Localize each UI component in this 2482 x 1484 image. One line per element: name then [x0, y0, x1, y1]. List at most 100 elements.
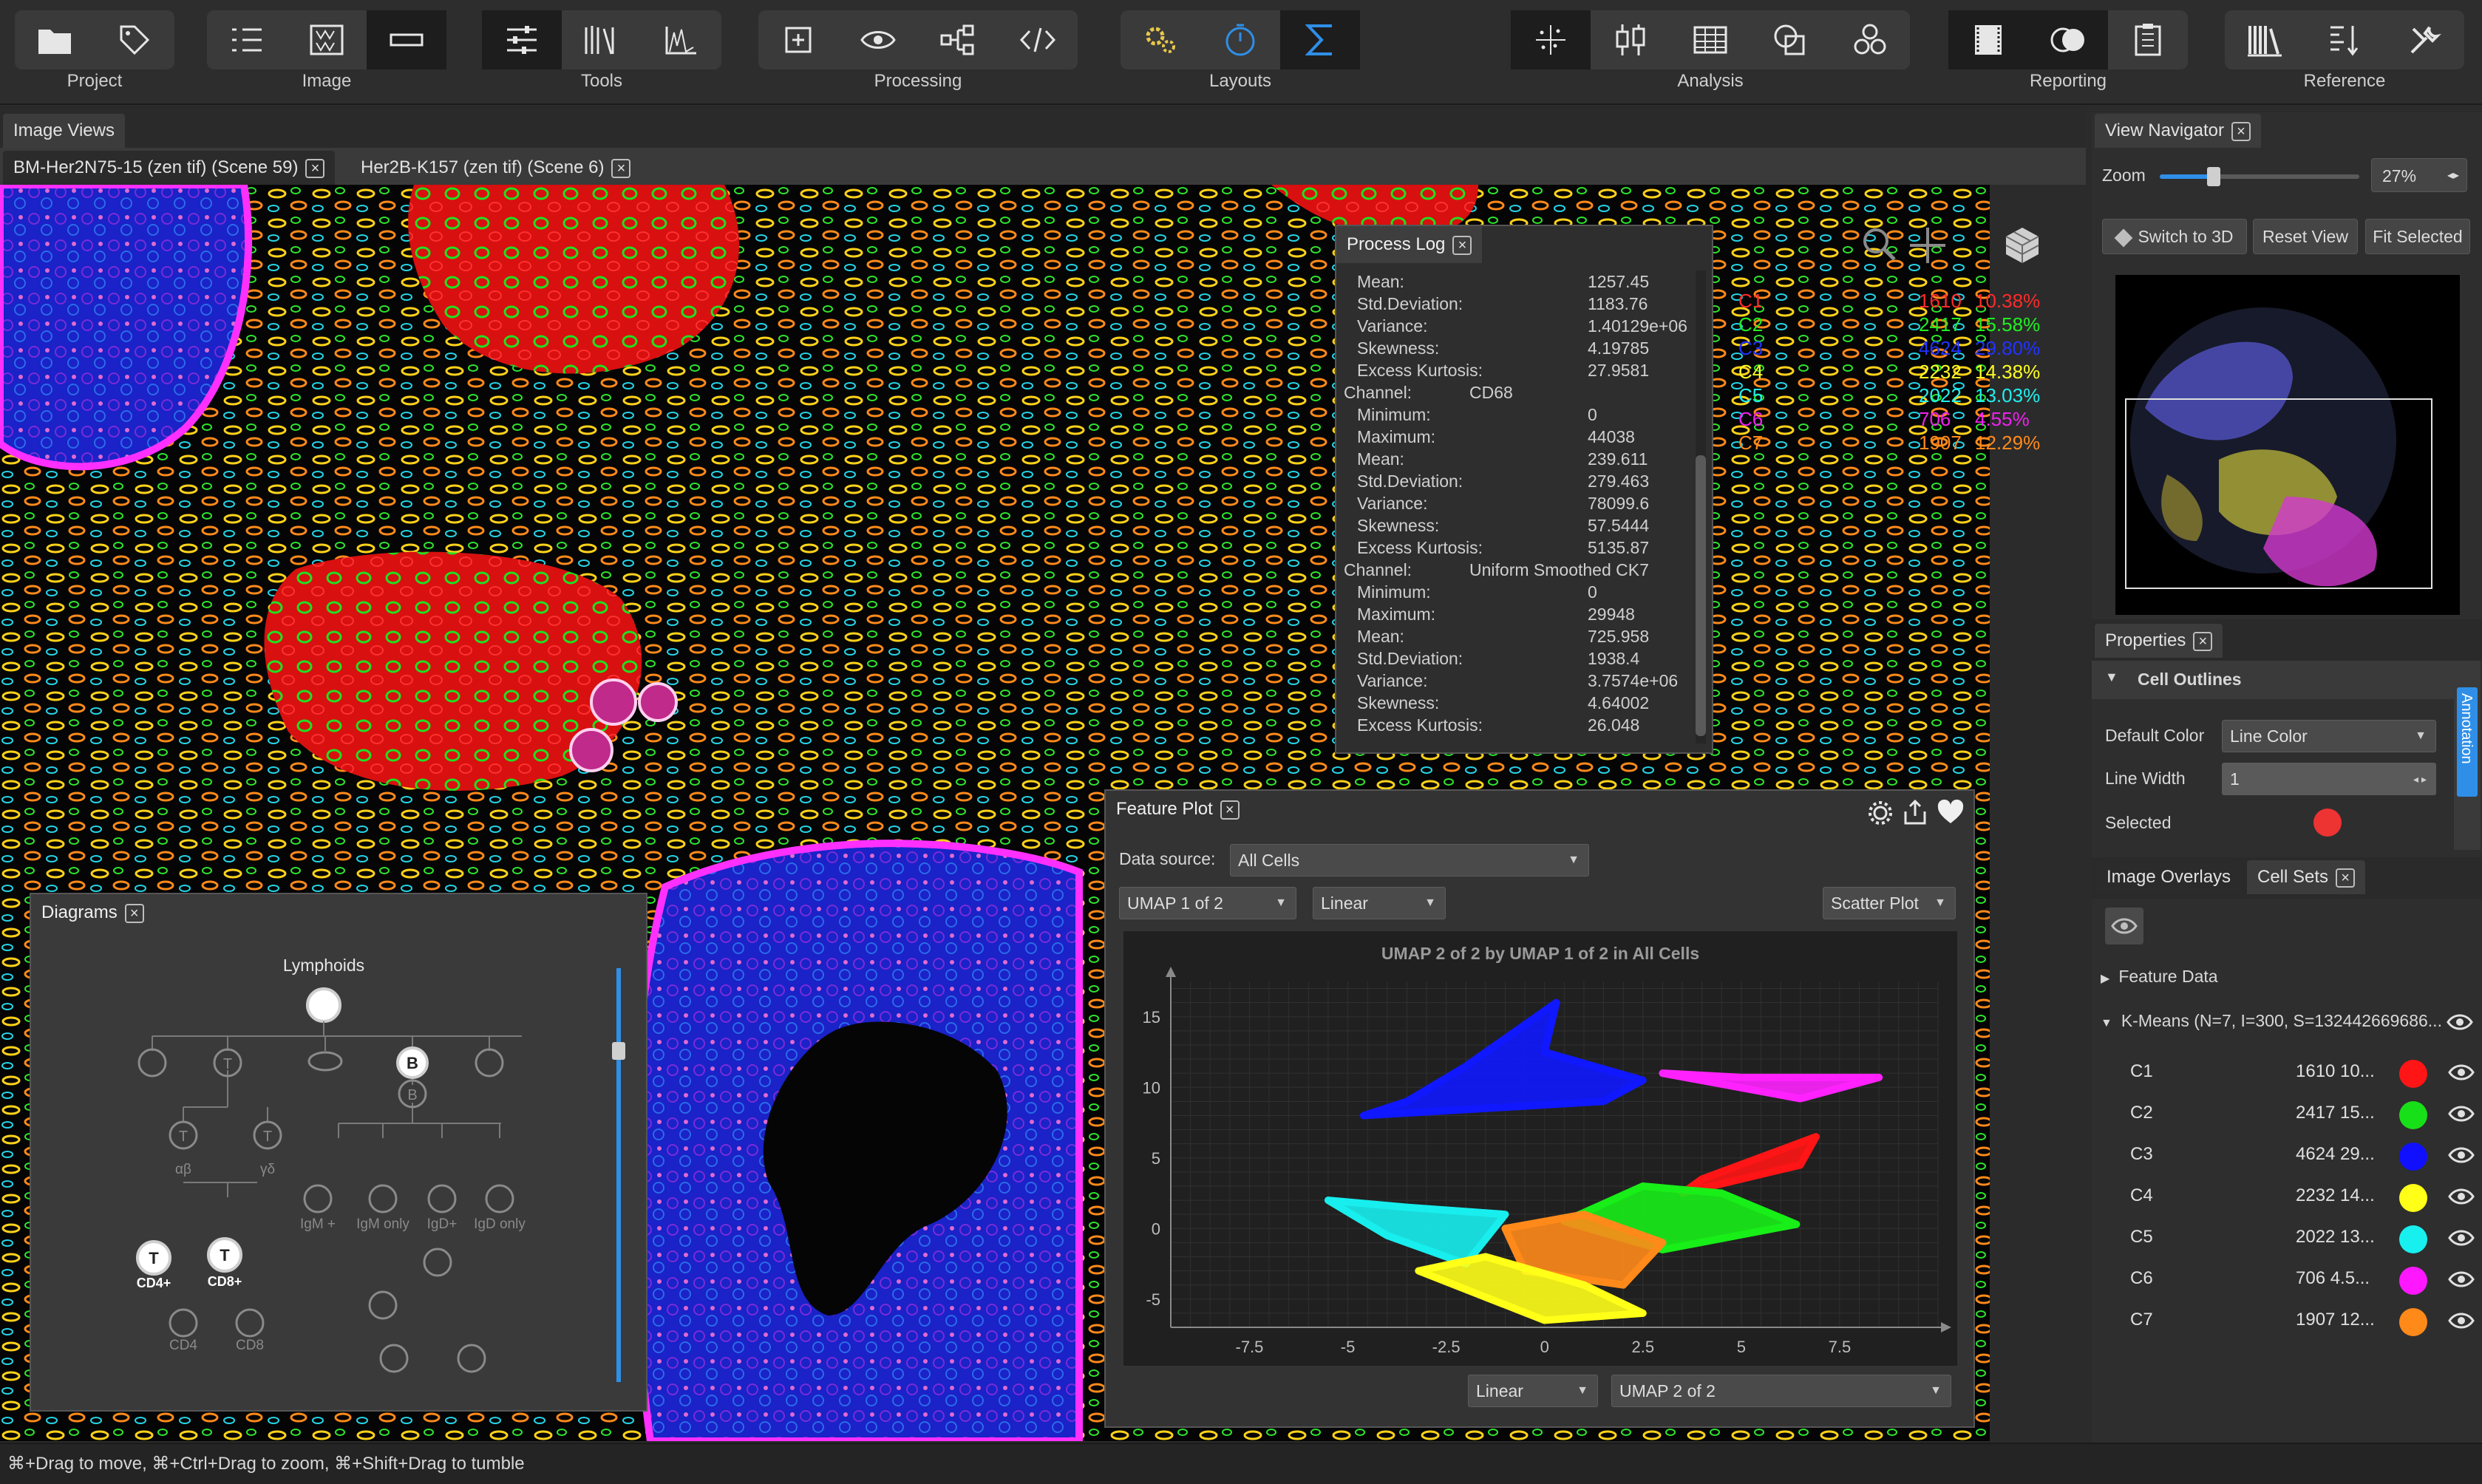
cell-set-row[interactable]: C1 1610 10... [2121, 1055, 2476, 1092]
feature-data-row[interactable]: ▶ Feature Data [2101, 967, 2218, 987]
view-navigator-tab[interactable]: View Navigator × [2095, 114, 2261, 148]
y-feature-dropdown[interactable]: UMAP 2 of 2 ▼ [1611, 1375, 1951, 1407]
table-icon[interactable] [1670, 10, 1750, 69]
close-icon[interactable]: × [305, 158, 325, 178]
annotation-side-tab[interactable]: Annotation [2457, 687, 2478, 797]
cell-set-color-swatch[interactable] [2399, 1308, 2427, 1336]
eye-icon[interactable] [2448, 1061, 2475, 1089]
switch-to-3d-button[interactable]: Switch to 3D [2102, 219, 2247, 254]
doc-tab-1[interactable]: BM-Her2N75-15 (zen tif) (Scene 59) × [3, 151, 336, 185]
eye-icon[interactable] [838, 10, 918, 69]
scatter-icon[interactable] [1511, 10, 1591, 69]
x-feature-dropdown[interactable]: UMAP 1 of 2 ▼ [1119, 887, 1296, 919]
settings-gear-icon[interactable] [1867, 800, 1894, 831]
selected-color-swatch[interactable] [2313, 809, 2342, 837]
project-label: Project [67, 71, 123, 91]
close-icon[interactable]: × [2336, 868, 2356, 888]
favorite-heart-icon[interactable] [1937, 799, 1965, 830]
diagram-zoom-track[interactable] [616, 968, 621, 1382]
tag-icon[interactable] [95, 10, 174, 69]
x-scale-dropdown[interactable]: Linear ▼ [1313, 887, 1446, 919]
eye-icon[interactable] [2447, 1011, 2473, 1038]
plot-type-dropdown[interactable]: Scatter Plot ▼ [1823, 887, 1956, 919]
workflow-icon[interactable] [918, 10, 998, 69]
kmeans-row[interactable]: ▼ K-Means (N=7, I=300, S=132442669686... [2101, 1011, 2448, 1031]
close-icon[interactable]: × [124, 903, 144, 923]
crop-icon[interactable] [758, 10, 838, 69]
close-icon[interactable]: × [1220, 800, 1240, 820]
data-source-dropdown[interactable]: All Cells ▼ [1230, 844, 1589, 877]
cell-set-row[interactable]: C4 2232 14... [2121, 1180, 2476, 1216]
library-icon[interactable] [2225, 10, 2305, 69]
shapes-icon[interactable] [1750, 10, 1830, 69]
folder-icon[interactable] [15, 10, 95, 69]
cluster-icon[interactable] [1830, 10, 1910, 69]
eye-icon[interactable] [2448, 1103, 2475, 1130]
root-node-icon[interactable] [306, 987, 341, 1023]
eye-icon[interactable] [2448, 1268, 2475, 1296]
clipboard-icon[interactable] [2108, 10, 2188, 69]
zoom-search-icon[interactable] [1860, 225, 1901, 271]
gears-icon[interactable] [1121, 10, 1200, 69]
close-icon[interactable]: × [1452, 235, 1472, 255]
cell-set-color-swatch[interactable] [2399, 1184, 2427, 1212]
eye-icon[interactable] [2448, 1144, 2475, 1171]
sort-icon[interactable] [2305, 10, 2384, 69]
region-icon[interactable] [367, 10, 446, 69]
cell-sets-tab[interactable]: Cell Sets × [2247, 860, 2366, 894]
properties-scrollbar[interactable]: Annotation [2454, 661, 2481, 850]
close-icon[interactable]: × [2231, 121, 2251, 141]
cell-outlines-header[interactable]: ▼ Cell Outlines [2092, 661, 2454, 699]
close-icon[interactable]: × [611, 158, 631, 178]
cell-set-color-swatch[interactable] [2399, 1267, 2427, 1295]
fit-selected-button[interactable]: Fit Selected [2365, 219, 2470, 254]
cell-set-color-swatch[interactable] [2399, 1225, 2427, 1253]
tools-icon[interactable] [2384, 10, 2464, 69]
zoom-slider-track[interactable] [2160, 167, 2359, 186]
eye-icon[interactable] [2448, 1185, 2475, 1213]
stepper-icon[interactable]: ◂▸ [2447, 159, 2459, 193]
histogram-icon[interactable] [642, 10, 721, 69]
cell-set-color-swatch[interactable] [2399, 1143, 2427, 1171]
list-icon[interactable] [207, 10, 287, 69]
boxplot-icon[interactable] [1591, 10, 1670, 69]
cell-set-row[interactable]: C2 2417 15... [2121, 1097, 2476, 1134]
cell-set-color-swatch[interactable] [2399, 1101, 2427, 1129]
zoom-value-field[interactable]: 27% ◂▸ [2371, 158, 2467, 192]
reset-view-button[interactable]: Reset View [2253, 219, 2358, 254]
overlap-icon[interactable] [2028, 10, 2108, 69]
cell-set-row[interactable]: C7 1907 12... [2121, 1304, 2476, 1341]
eye-icon[interactable] [2448, 1310, 2475, 1337]
film-icon[interactable] [1948, 10, 2028, 69]
channels-icon[interactable] [287, 10, 367, 69]
line-width-field[interactable]: 1 ◂ ▸ [2222, 763, 2436, 795]
log-scrollbar[interactable] [1696, 270, 1706, 743]
umap-scatter-chart[interactable]: UMAP 2 of 2 by UMAP 1 of 2 in All Cells -… [1123, 931, 1957, 1366]
pan-icon[interactable] [1907, 225, 1948, 271]
visibility-toggle-button[interactable] [2105, 908, 2143, 944]
book-icon[interactable] [562, 10, 642, 69]
close-icon[interactable]: × [2193, 631, 2213, 651]
default-color-dropdown[interactable]: Line Color ▼ [2222, 720, 2436, 752]
cell-set-row[interactable]: C5 2022 13... [2121, 1221, 2476, 1258]
cell-set-color-swatch[interactable] [2399, 1060, 2427, 1088]
log-value: 44038 [1588, 427, 1635, 446]
cube-icon[interactable] [2002, 225, 2043, 271]
cell-set-row[interactable]: C6 706 4.5... [2121, 1262, 2476, 1299]
eye-icon[interactable] [2448, 1227, 2475, 1254]
sliders-icon[interactable] [482, 10, 562, 69]
diagram-zoom-handle[interactable] [612, 1042, 625, 1060]
timer-icon[interactable] [1200, 10, 1280, 69]
code-icon[interactable] [998, 10, 1078, 69]
y-scale-dropdown[interactable]: Linear ▼ [1468, 1375, 1598, 1407]
navigator-thumbnail[interactable] [2115, 275, 2460, 615]
log-scroll-thumb[interactable] [1696, 455, 1706, 736]
properties-tab[interactable]: Properties × [2095, 624, 2223, 658]
cell-set-row[interactable]: C3 4624 29... [2121, 1138, 2476, 1175]
image-overlays-tab[interactable]: Image Overlays [2096, 860, 2242, 894]
sigma-icon[interactable] [1280, 10, 1360, 69]
image-views-tab[interactable]: Image Views [3, 114, 125, 148]
zoom-slider-handle[interactable] [2206, 167, 2220, 186]
doc-tab-2[interactable]: Her2B-K157 (zen tif) (Scene 6) × [350, 151, 642, 185]
export-icon[interactable] [1901, 798, 1929, 831]
